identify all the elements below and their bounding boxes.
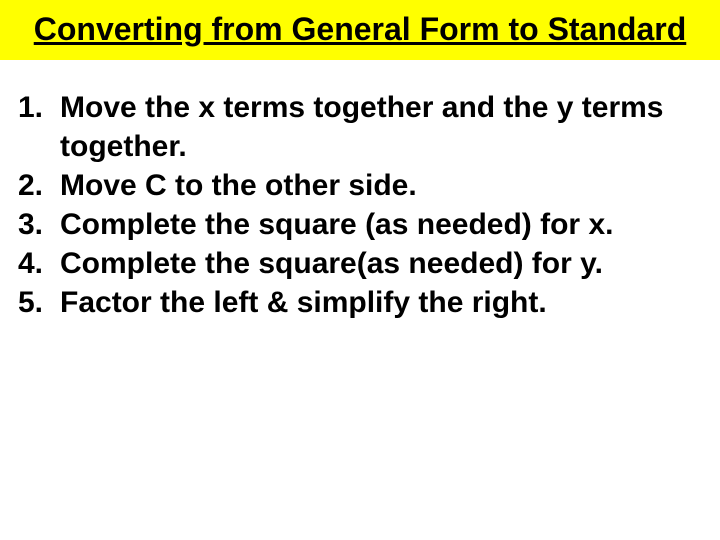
- list-item: 3. Complete the square (as needed) for x…: [18, 205, 702, 244]
- list-text: Move the x terms together and the y term…: [60, 88, 702, 166]
- list-number: 1.: [18, 88, 60, 166]
- list-item: 4. Complete the square(as needed) for y.: [18, 244, 702, 283]
- list-number: 2.: [18, 166, 60, 205]
- list-text: Complete the square (as needed) for x.: [60, 205, 702, 244]
- page-title: Converting from General Form to Standard: [20, 10, 700, 48]
- title-bar: Converting from General Form to Standard: [0, 0, 720, 60]
- list-text: Move C to the other side.: [60, 166, 702, 205]
- list-item: 5. Factor the left & simplify the right.: [18, 283, 702, 322]
- list-number: 5.: [18, 283, 60, 322]
- list-text: Complete the square(as needed) for y.: [60, 244, 702, 283]
- list-item: 1. Move the x terms together and the y t…: [18, 88, 702, 166]
- list-text: Factor the left & simplify the right.: [60, 283, 702, 322]
- list-number: 3.: [18, 205, 60, 244]
- steps-list: 1. Move the x terms together and the y t…: [0, 60, 720, 322]
- list-item: 2. Move C to the other side.: [18, 166, 702, 205]
- list-number: 4.: [18, 244, 60, 283]
